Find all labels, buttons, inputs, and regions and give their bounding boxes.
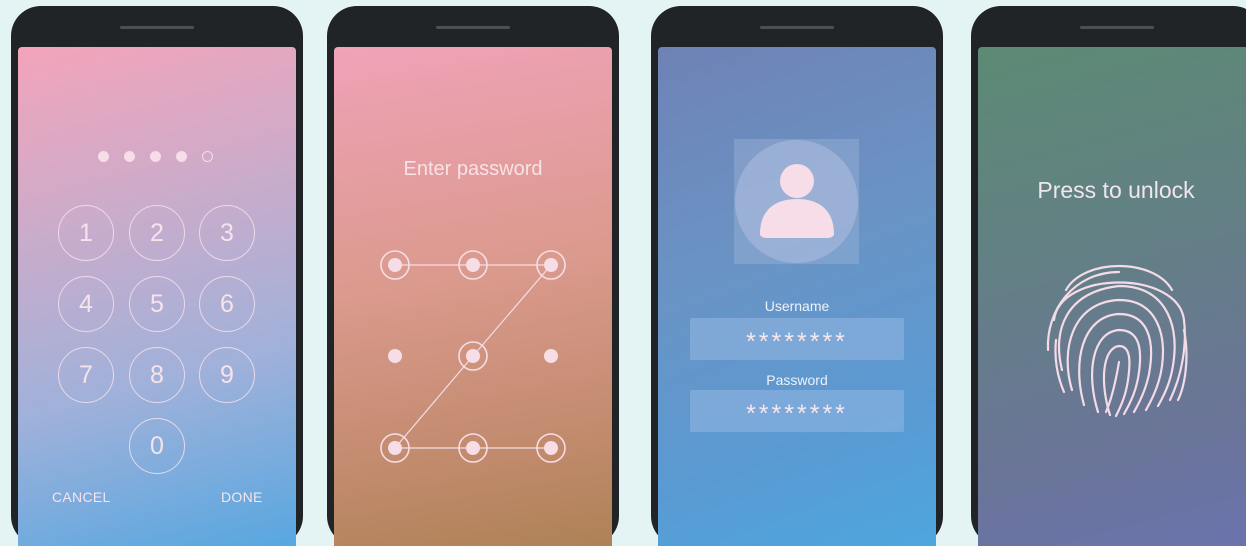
password-field[interactable]: ******** xyxy=(690,390,904,432)
pattern-lock-screen: Enter password xyxy=(334,47,612,546)
done-button[interactable]: DONE xyxy=(221,489,263,505)
key-9[interactable]: 9 xyxy=(199,347,255,403)
pattern-node xyxy=(544,258,558,272)
pattern-node xyxy=(544,441,558,455)
pattern-node xyxy=(466,258,480,272)
fingerprint-lock-screen: Press to unlock xyxy=(978,47,1246,546)
pin-dot-filled xyxy=(124,151,135,162)
pin-dot-filled xyxy=(150,151,161,162)
pin-lock-screen: 1 2 3 4 5 6 7 8 9 0 CANCEL DONE xyxy=(18,47,296,546)
pattern-node xyxy=(466,441,480,455)
key-7[interactable]: 7 xyxy=(58,347,114,403)
key-2[interactable]: 2 xyxy=(129,205,185,261)
pattern-node xyxy=(388,441,402,455)
key-0[interactable]: 0 xyxy=(129,418,185,474)
key-1[interactable]: 1 xyxy=(58,205,114,261)
pin-dot-empty xyxy=(202,151,213,162)
fingerprint-icon[interactable] xyxy=(1044,250,1194,420)
phone-pin-lock: 1 2 3 4 5 6 7 8 9 0 CANCEL DONE xyxy=(11,6,303,546)
phone-pattern-lock: Enter password xyxy=(327,6,619,546)
phone-speaker xyxy=(760,26,834,29)
username-label: Username xyxy=(764,298,830,314)
phone-fingerprint-lock: Press to unlock xyxy=(971,6,1246,546)
pin-indicator xyxy=(98,151,213,162)
avatar xyxy=(734,139,859,264)
key-6[interactable]: 6 xyxy=(199,276,255,332)
login-screen: Username ******** Password ******** xyxy=(658,47,936,546)
phone-login: Username ******** Password ******** xyxy=(651,6,943,546)
phone-speaker xyxy=(120,26,194,29)
fingerprint-title: Press to unlock xyxy=(1037,177,1195,203)
key-8[interactable]: 8 xyxy=(129,347,185,403)
phone-speaker xyxy=(1080,26,1154,29)
pattern-node xyxy=(388,349,402,363)
user-avatar-icon xyxy=(760,164,834,238)
phone-speaker xyxy=(436,26,510,29)
pattern-node xyxy=(544,349,558,363)
pin-dot-filled xyxy=(176,151,187,162)
username-field[interactable]: ******** xyxy=(690,318,904,360)
pattern-node xyxy=(466,349,480,363)
key-4[interactable]: 4 xyxy=(58,276,114,332)
password-label: Password xyxy=(766,372,828,388)
key-5[interactable]: 5 xyxy=(129,276,185,332)
pin-dot-filled xyxy=(98,151,109,162)
key-3[interactable]: 3 xyxy=(199,205,255,261)
cancel-button[interactable]: CANCEL xyxy=(52,489,111,505)
pattern-node xyxy=(388,258,402,272)
pattern-grid[interactable] xyxy=(334,47,612,523)
